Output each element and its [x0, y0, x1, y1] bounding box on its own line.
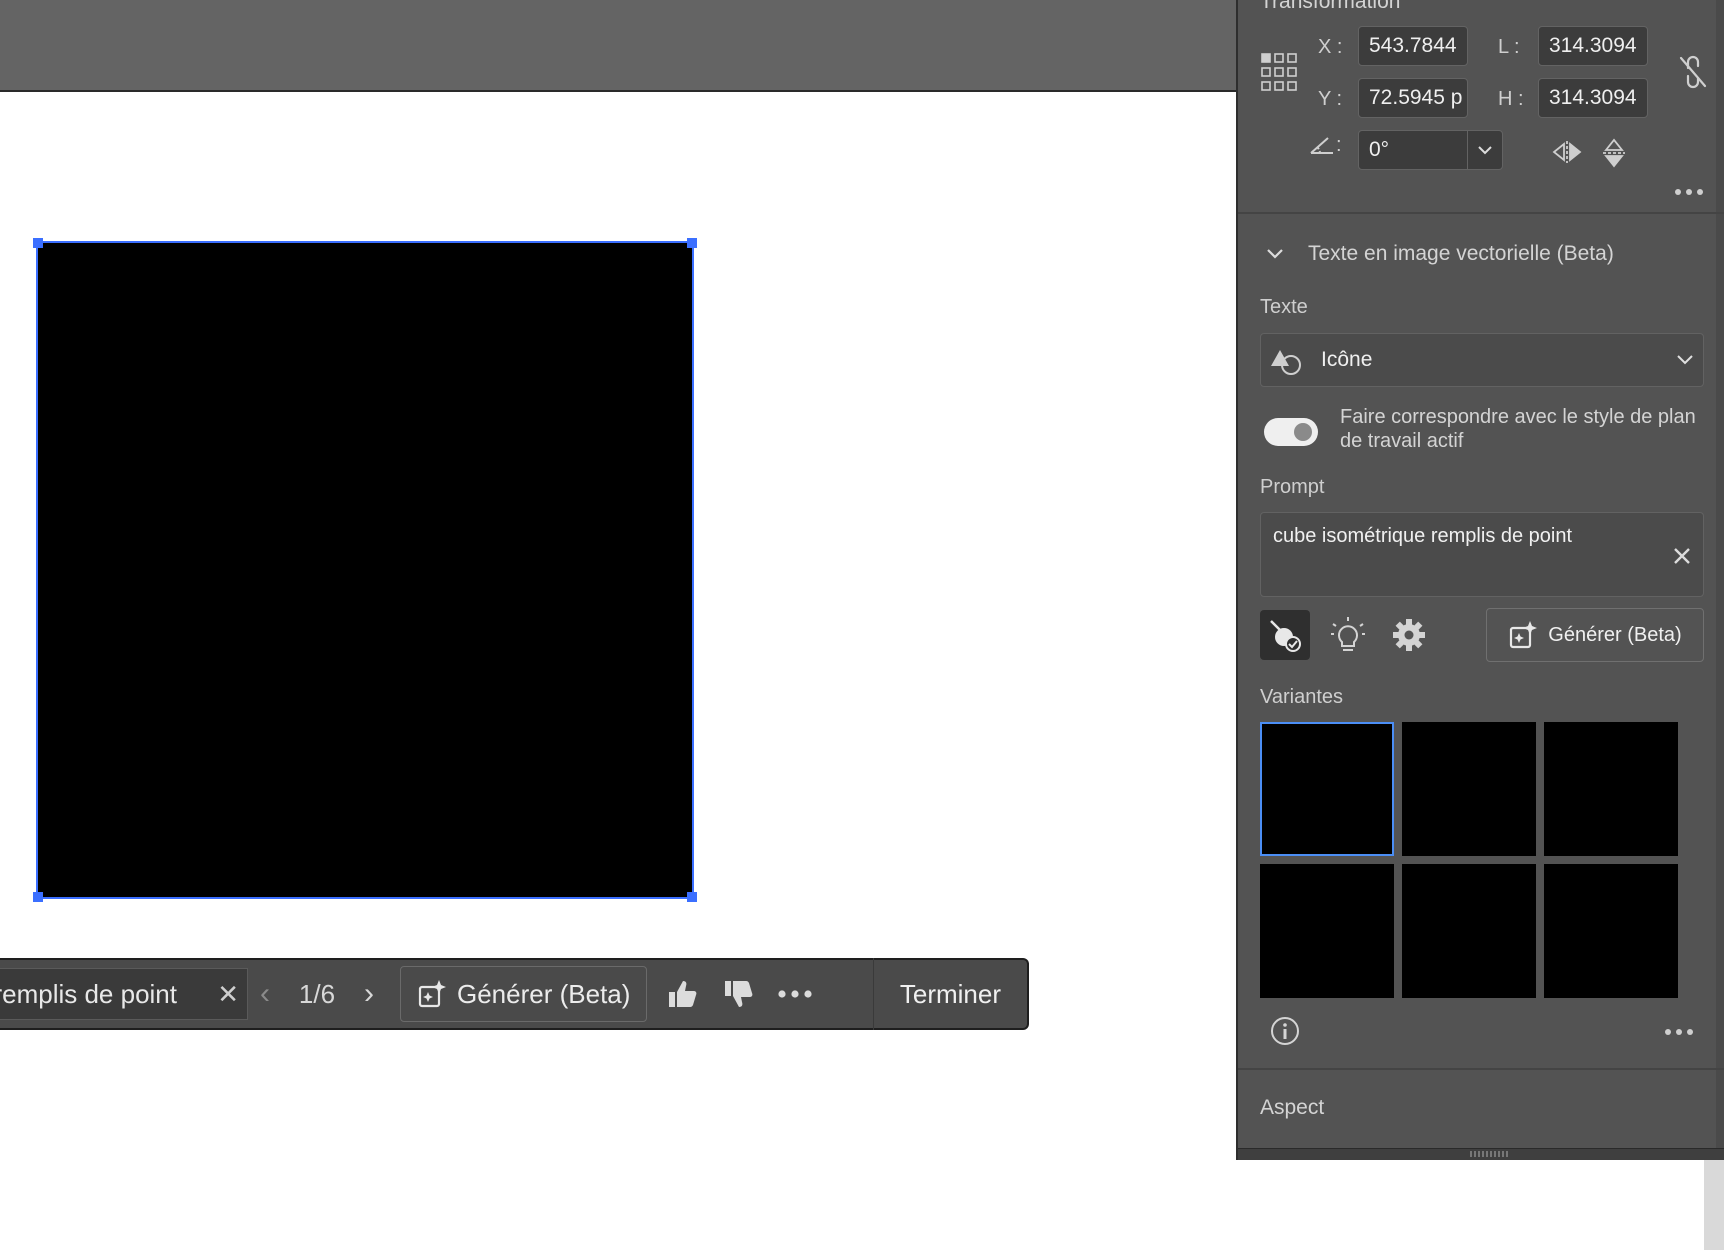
resize-handle-bottom-right[interactable] — [687, 892, 697, 902]
style-picker-button[interactable] — [1260, 610, 1310, 660]
match-style-label: Faire correspondre avec le style de plan… — [1340, 406, 1696, 452]
settings-gear-icon[interactable] — [1392, 618, 1426, 652]
aspect-section-title: Aspect — [1260, 1096, 1325, 1119]
panel-scrollbar[interactable] — [1716, 0, 1724, 1150]
resize-grip-icon — [1470, 1151, 1510, 1157]
contextual-task-bar: cube isométrique remplis de point ✕ ‹ 1/… — [0, 958, 1029, 1030]
chevron-down-icon — [1677, 355, 1693, 365]
taskbar-generate-label: Générer (Beta) — [457, 978, 631, 1009]
thumbs-down-icon[interactable] — [711, 966, 767, 1022]
height-label: H : — [1498, 88, 1524, 110]
y-label: Y : — [1318, 88, 1343, 110]
icon-type-icon — [1271, 350, 1301, 375]
width-label: L : — [1498, 36, 1520, 58]
panel-resize-bar[interactable] — [1238, 1148, 1724, 1160]
width-input[interactable]: 314.3094 — [1538, 26, 1648, 66]
angle-label: : — [1336, 134, 1342, 156]
prompt-text: cube isométrique remplis de point — [1273, 525, 1573, 547]
x-input[interactable]: 543.7844 — [1358, 26, 1468, 66]
next-variant-button[interactable]: › — [352, 977, 386, 1011]
taskbar-prompt-input[interactable]: cube isométrique remplis de point ✕ — [0, 968, 248, 1020]
variants-more-icon[interactable] — [1664, 1028, 1694, 1036]
thumbs-up-icon[interactable] — [655, 966, 711, 1022]
taskbar-prompt-text: cube isométrique remplis de point — [0, 978, 177, 1009]
angle-dropdown-button[interactable] — [1467, 130, 1503, 170]
taskbar-generate-button[interactable]: Générer (Beta) — [400, 966, 648, 1022]
height-input[interactable]: 314.3094 — [1538, 78, 1648, 118]
section-divider — [1238, 1068, 1724, 1070]
x-label: X : — [1318, 36, 1343, 58]
unlink-proportions-icon[interactable] — [1678, 54, 1708, 90]
document-top-bar — [0, 0, 1236, 92]
generate-sparkle-icon — [1510, 621, 1538, 649]
collapse-chevron-icon[interactable] — [1266, 248, 1284, 260]
variant-thumbnail[interactable] — [1544, 722, 1678, 856]
resize-handle-top-right[interactable] — [687, 238, 697, 248]
canvas-scrollbar[interactable] — [1704, 1160, 1724, 1250]
lightbulb-icon[interactable] — [1330, 616, 1366, 654]
content-type-dropdown[interactable]: Icône — [1260, 333, 1704, 387]
variant-thumbnail[interactable] — [1402, 722, 1536, 856]
angle-input[interactable]: 0° — [1358, 130, 1468, 170]
reference-point-icon[interactable] — [1260, 52, 1298, 92]
y-input[interactable]: 72.5945 p — [1358, 78, 1468, 118]
canvas-gutter — [1236, 1160, 1724, 1250]
style-reference-icon — [1270, 620, 1301, 652]
section-divider — [1238, 212, 1724, 214]
prompt-input[interactable]: cube isométrique remplis de point — [1260, 512, 1704, 597]
selected-artwork[interactable] — [36, 241, 694, 899]
properties-panel: Transformation X : 543.7844 L : 314.3094… — [1236, 0, 1724, 1160]
resize-handle-bottom-left[interactable] — [33, 892, 43, 902]
info-icon[interactable] — [1270, 1016, 1300, 1046]
variant-thumbnail[interactable] — [1402, 864, 1536, 998]
variants-label: Variantes — [1260, 686, 1344, 708]
variant-thumbnail[interactable] — [1260, 722, 1394, 856]
transform-section-title: Transformation — [1260, 0, 1401, 13]
variant-thumbnail[interactable] — [1544, 864, 1678, 998]
type-label: Texte — [1260, 296, 1308, 318]
panel-generate-label: Générer (Beta) — [1548, 623, 1682, 646]
clear-icon[interactable]: ✕ — [217, 979, 239, 1010]
transform-more-icon[interactable] — [1674, 188, 1704, 196]
content-type-value: Icône — [1321, 348, 1373, 371]
done-button[interactable]: Terminer — [872, 958, 1027, 1030]
rotate-angle-icon — [1310, 137, 1333, 154]
resize-handle-top-left[interactable] — [33, 238, 43, 248]
panel-generate-button[interactable]: Générer (Beta) — [1486, 608, 1704, 662]
flip-horizontal-icon[interactable] — [1552, 140, 1582, 164]
flip-vertical-icon[interactable] — [1602, 138, 1626, 168]
variant-thumbnail[interactable] — [1260, 864, 1394, 998]
text-to-vector-title: Texte en image vectorielle (Beta) — [1308, 242, 1614, 265]
more-options-icon[interactable] — [767, 966, 823, 1022]
variant-counter: 1/6 — [298, 978, 336, 1009]
generate-sparkle-icon — [418, 980, 446, 1008]
previous-variant-button[interactable]: ‹ — [248, 977, 282, 1011]
prompt-label: Prompt — [1260, 476, 1325, 498]
match-style-toggle[interactable] — [1264, 418, 1318, 446]
clear-icon[interactable] — [1673, 547, 1691, 565]
chevron-down-icon — [1478, 145, 1492, 154]
